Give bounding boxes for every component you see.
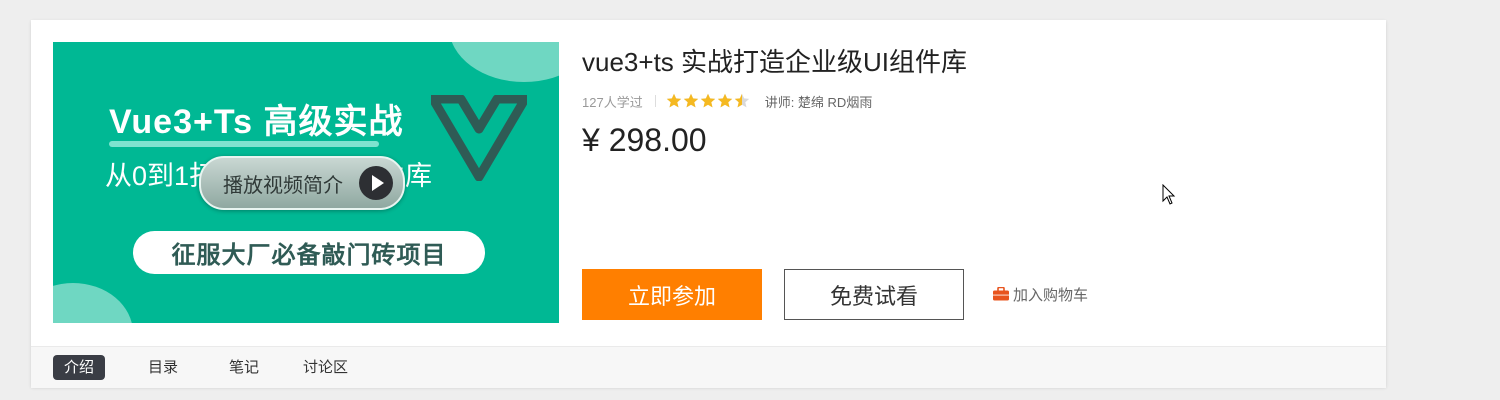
star-icon [734, 93, 749, 108]
briefcase-icon [993, 287, 1009, 301]
tab-discussion[interactable]: 讨论区 [303, 355, 348, 380]
tab-intro[interactable]: 介绍 [53, 355, 106, 380]
cover-decoration-top-right [449, 42, 559, 82]
learner-count: 127人学过 [582, 94, 643, 110]
meta-divider [654, 95, 656, 107]
play-icon [359, 166, 393, 200]
cover-headline-underline [109, 141, 379, 147]
add-to-cart-label: 加入购物车 [1013, 286, 1089, 304]
course-meta: 127人学过 讲师: 楚绵 RD烟雨 [582, 93, 873, 110]
play-video-label: 播放视频简介 [223, 174, 343, 197]
add-to-cart-link[interactable]: 加入购物车 [993, 284, 1088, 304]
star-icon [717, 93, 732, 108]
course-card: Vue3+Ts 高级实战 从0到1打造企业级UI组件库 播放视频简介 征服大厂必… [31, 20, 1386, 388]
cover-banner: 征服大厂必备敲门砖项目 [133, 231, 485, 274]
tab-notes[interactable]: 笔记 [229, 355, 259, 380]
cover-headline: Vue3+Ts 高级实战 [109, 103, 404, 141]
course-cover[interactable]: Vue3+Ts 高级实战 从0到1打造企业级UI组件库 播放视频简介 征服大厂必… [53, 42, 559, 323]
star-icon [683, 93, 698, 108]
teacher-name: 讲师: 楚绵 RD烟雨 [764, 94, 873, 110]
tab-catalog[interactable]: 目录 [148, 355, 178, 380]
vue-logo-icon [431, 95, 527, 181]
course-tab-bar: 介绍 目录 笔记 讨论区 [31, 346, 1386, 388]
course-price: ¥ 298.00 [582, 122, 707, 158]
star-icon [666, 93, 681, 108]
star-icon [700, 93, 715, 108]
rating-stars [666, 93, 751, 109]
mouse-cursor-icon [1162, 184, 1176, 205]
join-now-button[interactable]: 立即参加 [582, 269, 762, 320]
cover-decoration-bottom-left [53, 283, 133, 323]
free-trial-button[interactable]: 免费试看 [784, 269, 964, 320]
play-video-button[interactable]: 播放视频简介 [199, 156, 405, 210]
course-title: vue3+ts 实战打造企业级UI组件库 [582, 47, 968, 77]
